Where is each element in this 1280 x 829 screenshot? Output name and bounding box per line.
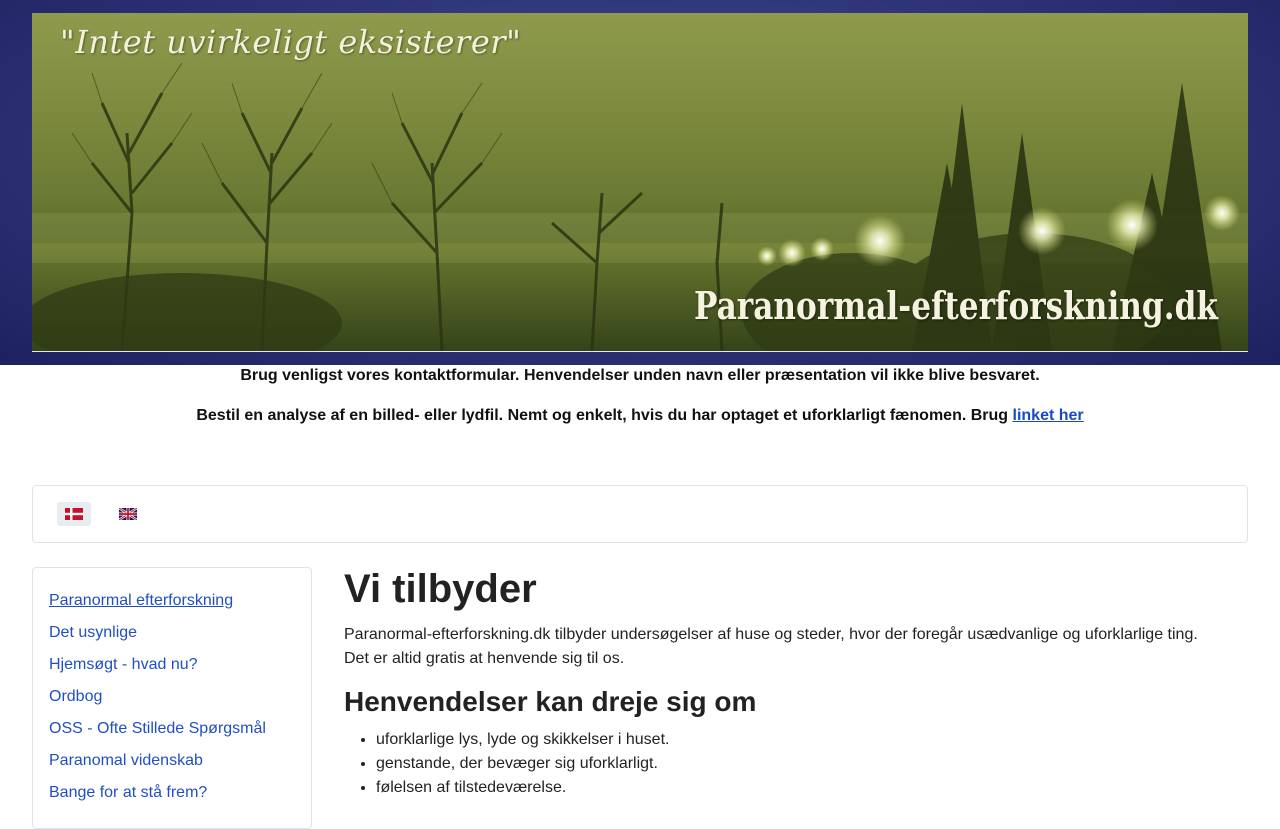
sidebar-link[interactable]: OSS - Ofte Stillede Spørgsmål	[49, 720, 266, 737]
contact-notice-text: Brug venligst vores kontaktformular. Hen…	[240, 367, 1040, 384]
sidebar-link[interactable]: Hjemsøgt - hvad nu?	[49, 656, 198, 673]
intro-paragraph: Paranormal-efterforskning.dk tilbyder un…	[344, 623, 1224, 671]
sidebar-item-paranormal-efterforskning: Paranormal efterforskning	[49, 592, 233, 610]
intro-line-1: Paranormal-efterforskning.dk tilbyder un…	[344, 626, 1198, 643]
list-item: uforklarlige lys, lyde og skikkelser i h…	[376, 728, 1236, 752]
sidebar-item-oss: OSS - Ofte Stillede Spørgsmål	[49, 720, 266, 738]
page-title: Vi tilbyder	[344, 567, 537, 611]
language-selector	[32, 485, 1248, 543]
banner-divider	[32, 351, 1248, 352]
sidebar-item-videnskab: Paranomal videnskab	[49, 752, 203, 770]
analysis-notice-text: Bestil en analyse af en billed- eller ly…	[196, 407, 1013, 424]
section-heading: Henvendelser kan dreje sig om	[344, 686, 757, 717]
sidebar-item-ordbog: Ordbog	[49, 688, 102, 706]
sidebar-link[interactable]: Bange for at stå frem?	[49, 784, 207, 801]
banner-quote: "Intet uvirkeligt eksisterer"	[60, 23, 522, 61]
topics-list: uforklarlige lys, lyde og skikkelser i h…	[344, 728, 1236, 800]
contact-notice: Brug venligst vores kontaktformular. Hen…	[0, 367, 1280, 385]
sidebar-link[interactable]: Paranomal videnskab	[49, 752, 203, 769]
site-title: Paranormal-efterforskning.dk	[694, 283, 1218, 328]
analysis-link[interactable]: linket her	[1013, 407, 1084, 424]
sidebar-link[interactable]: Det usynlige	[49, 624, 137, 641]
list-item: følelsen af tilstedeværelse.	[376, 776, 1236, 800]
list-item: genstande, der bevæger sig uforklarligt.	[376, 752, 1236, 776]
uk-flag-icon	[119, 508, 137, 520]
intro-line-2: Det er altid gratis at henvende sig til …	[344, 650, 625, 667]
sidebar-item-bange: Bange for at stå frem?	[49, 784, 207, 802]
language-danish-button[interactable]	[57, 502, 91, 526]
danish-flag-icon	[65, 508, 83, 520]
sidebar-nav: Paranormal efterforskning Det usynlige H…	[32, 567, 312, 829]
sidebar-item-det-usynlige: Det usynlige	[49, 624, 137, 642]
sidebar-link[interactable]: Ordbog	[49, 688, 102, 705]
language-english-button[interactable]	[111, 502, 145, 526]
sidebar-item-hjemsoegt: Hjemsøgt - hvad nu?	[49, 656, 198, 674]
sidebar-link[interactable]: Paranormal efterforskning	[49, 592, 233, 609]
analysis-notice: Bestil en analyse af en billed- eller ly…	[0, 407, 1280, 425]
header-banner: "Intet uvirkeligt eksisterer" Paranormal…	[32, 13, 1248, 351]
